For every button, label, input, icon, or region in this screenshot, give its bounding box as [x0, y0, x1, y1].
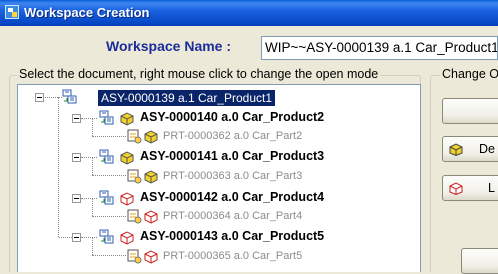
- red-part-icon: [144, 210, 158, 224]
- lightweight-mode-button[interactable]: L: [442, 175, 498, 201]
- tree-node-4-label[interactable]: ASY-0000143 a.0 Car_Product5: [140, 229, 324, 243]
- red-part-icon: [144, 250, 158, 264]
- workspace-name-label: Workspace Name :: [106, 38, 232, 54]
- design-mode-button[interactable]: De: [442, 136, 498, 162]
- open-mode-button-blank[interactable]: [442, 98, 498, 124]
- app-icon: [5, 5, 19, 19]
- tree-node-4-toggle[interactable]: [72, 233, 81, 242]
- tree-root-label[interactable]: ASY-0000139 a.1 Car_Product1: [98, 90, 276, 106]
- tree-node-1-label[interactable]: ASY-0000140 a.0 Car_Product2: [140, 110, 324, 124]
- tree-node-1-toggle[interactable]: [72, 114, 81, 123]
- tree-subnode-4-label[interactable]: PRT-0000365 a.0 Car_Part5: [163, 250, 302, 262]
- tree-subnode-3-label[interactable]: PRT-0000364 a.0 Car_Part4: [163, 210, 302, 222]
- assembly-icon: [99, 110, 114, 125]
- assembly-icon: [62, 89, 77, 104]
- yellow-cube-icon: [449, 143, 463, 156]
- red-cube-icon: [449, 182, 463, 195]
- window-title: Workspace Creation: [24, 5, 150, 20]
- title-bar[interactable]: Workspace Creation: [0, 0, 498, 26]
- root-collapse-toggle[interactable]: [35, 93, 44, 102]
- yellow-product-icon: [120, 112, 134, 126]
- tree-subnode-2-label[interactable]: PRT-0000363 a.0 Car_Part3: [163, 170, 302, 182]
- tree-node-3-label[interactable]: ASY-0000142 a.0 Car_Product4: [140, 190, 324, 204]
- part-icon: [127, 129, 142, 144]
- red-product-icon: [120, 231, 134, 245]
- change-group-label: Change O: [440, 67, 498, 81]
- part-icon: [127, 249, 142, 264]
- tree-node-3-toggle[interactable]: [72, 194, 81, 203]
- yellow-product-icon: [120, 151, 134, 165]
- tree-node-2-toggle[interactable]: [72, 153, 81, 162]
- document-tree[interactable]: ASY-0000139 a.1 Car_Product1 ASY-0000140…: [17, 84, 421, 272]
- assembly-icon: [99, 149, 114, 164]
- tree-subnode-1-label[interactable]: PRT-0000362 a.0 Car_Part2: [163, 130, 302, 142]
- document-group-label: Select the document, right mouse click t…: [17, 67, 381, 81]
- part-icon: [127, 209, 142, 224]
- part-icon: [127, 169, 142, 184]
- tree-node-2-label[interactable]: ASY-0000141 a.0 Car_Product3: [140, 149, 324, 163]
- yellow-part-icon: [144, 130, 158, 144]
- assembly-icon: [99, 229, 114, 244]
- yellow-part-icon: [144, 170, 158, 184]
- red-product-icon: [120, 192, 134, 206]
- workspace-name-input[interactable]: WIP~~ASY-0000139 a.1 Car_Product1: [261, 36, 498, 60]
- bottom-action-button[interactable]: [461, 248, 498, 274]
- assembly-icon: [99, 190, 114, 205]
